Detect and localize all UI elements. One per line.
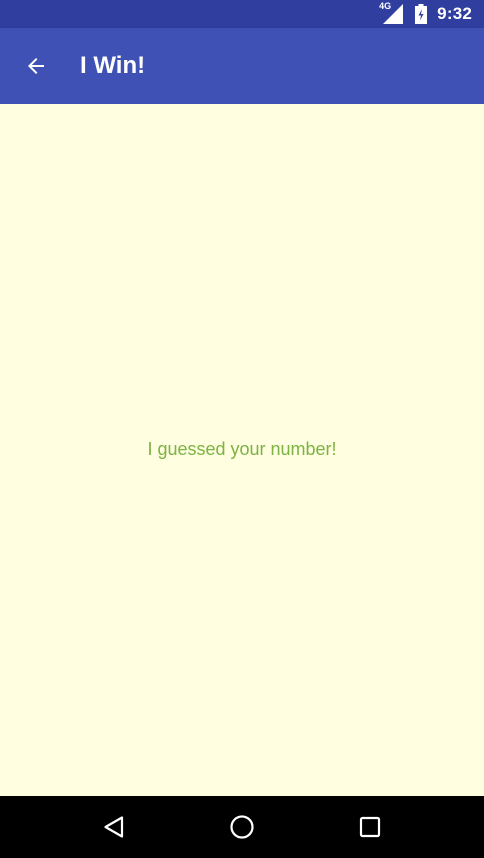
app-bar: I Win! xyxy=(0,28,484,104)
nav-back-icon xyxy=(104,816,124,838)
status-time: 9:32 xyxy=(437,4,472,23)
back-button[interactable] xyxy=(8,38,64,94)
main-content: I guessed your number! xyxy=(0,104,484,796)
nav-recents-button[interactable] xyxy=(338,796,402,858)
nav-home-icon xyxy=(230,815,254,839)
navigation-bar xyxy=(0,796,484,858)
nav-home-button[interactable] xyxy=(210,796,274,858)
nav-back-button[interactable] xyxy=(82,796,146,858)
status-bar: 4G 9:32 xyxy=(0,0,484,28)
result-message: I guessed your number! xyxy=(147,439,337,459)
battery-icon xyxy=(415,4,428,24)
arrow-back-icon xyxy=(28,58,44,74)
page-title: I Win! xyxy=(80,52,146,79)
nav-recents-icon xyxy=(359,816,381,838)
signal-indicator: 4G xyxy=(379,1,404,24)
battery-indicator xyxy=(415,4,428,24)
network-type-label: 4G xyxy=(379,1,392,11)
